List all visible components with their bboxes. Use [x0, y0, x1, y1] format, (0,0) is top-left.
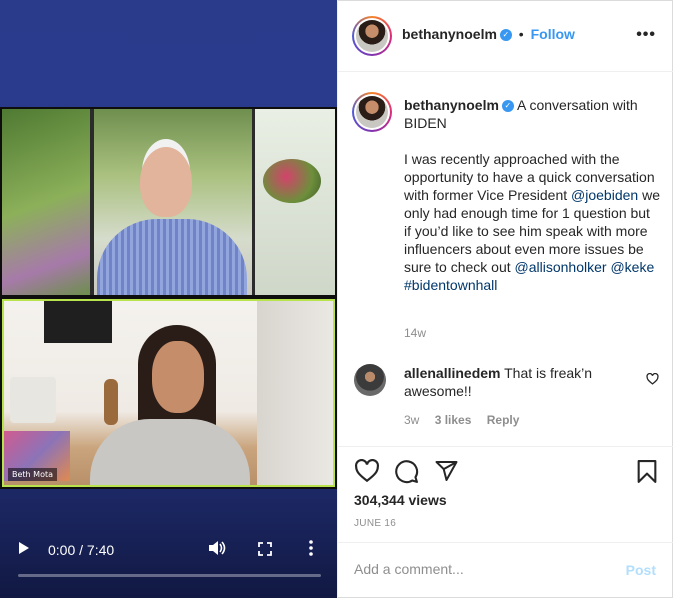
comment: allenallinedem That is freak’n awesome!!: [404, 364, 634, 400]
mention-allisonholker[interactable]: @allisonholker: [515, 259, 607, 275]
share-icon[interactable]: [434, 459, 459, 486]
more-vertical-icon[interactable]: [309, 540, 313, 561]
more-options-icon[interactable]: •••: [636, 26, 656, 44]
video-scene-garden-room: [2, 109, 335, 295]
speaker-shirt: [97, 219, 247, 295]
view-count[interactable]: 304,344 views: [354, 492, 447, 508]
comment-likes[interactable]: 3 likes: [435, 413, 472, 427]
video-scene-living-room: Beth Mota: [2, 299, 335, 487]
comment-avatar[interactable]: [354, 364, 386, 396]
header-username[interactable]: bethanynoelm: [402, 26, 497, 42]
speaker-head: [140, 147, 192, 217]
mention-joebiden[interactable]: @joebiden: [571, 187, 638, 203]
video-progress-bar[interactable]: [18, 574, 321, 577]
participant-name-label: Beth Mota: [8, 468, 57, 481]
caption-age[interactable]: 14w: [404, 326, 426, 340]
post-date[interactable]: JUNE 16: [354, 518, 396, 529]
comment-username[interactable]: allenallinedem: [404, 365, 500, 381]
hashtag-bidentownhall[interactable]: #bidentownhall: [404, 277, 497, 293]
video-player[interactable]: Beth Mota 0:00 / 7:40: [0, 0, 337, 598]
avatar[interactable]: [352, 16, 392, 56]
comment-icon[interactable]: [394, 459, 419, 487]
post-header: bethanynoelm ✓ • Follow •••: [338, 0, 673, 72]
video-call-top-panel: [0, 107, 337, 297]
mention-keke[interactable]: @keke: [610, 259, 654, 275]
caption-verified-badge-icon: ✓: [501, 100, 514, 113]
follow-button[interactable]: Follow: [531, 26, 575, 42]
post-button[interactable]: Post: [626, 562, 656, 578]
header-separator: •: [518, 26, 524, 42]
post-details-panel: bethanynoelm ✓ • Follow ••• bethanynoelm ✓…: [337, 0, 673, 598]
comment-input[interactable]: [354, 561, 604, 577]
caption-avatar-image: [356, 96, 388, 128]
avatar-image: [356, 20, 388, 52]
volume-icon[interactable]: [208, 540, 226, 561]
fullscreen-icon[interactable]: [258, 541, 272, 561]
caption-username[interactable]: bethanynoelm: [404, 97, 499, 113]
header-user-row: bethanynoelm ✓ • Follow: [402, 26, 575, 42]
comment-age[interactable]: 3w: [404, 413, 419, 427]
play-icon[interactable]: [18, 540, 30, 560]
add-comment-bar: Post: [338, 542, 673, 598]
post-caption: bethanynoelm ✓ A conversation with BIDEN …: [404, 96, 660, 312]
comment-meta: 3w 3 likes Reply: [404, 413, 531, 427]
video-time-display: 0:00 / 7:40: [48, 542, 115, 558]
video-controls: [0, 530, 337, 598]
bookmark-icon[interactable]: [636, 459, 658, 487]
comment-like-icon[interactable]: [646, 372, 659, 388]
heart-icon[interactable]: [354, 458, 380, 486]
video-call-bottom-panel: Beth Mota: [0, 297, 337, 489]
verified-badge-icon: ✓: [499, 29, 512, 42]
caption-avatar[interactable]: [352, 92, 392, 132]
comment-reply-button[interactable]: Reply: [487, 413, 520, 427]
